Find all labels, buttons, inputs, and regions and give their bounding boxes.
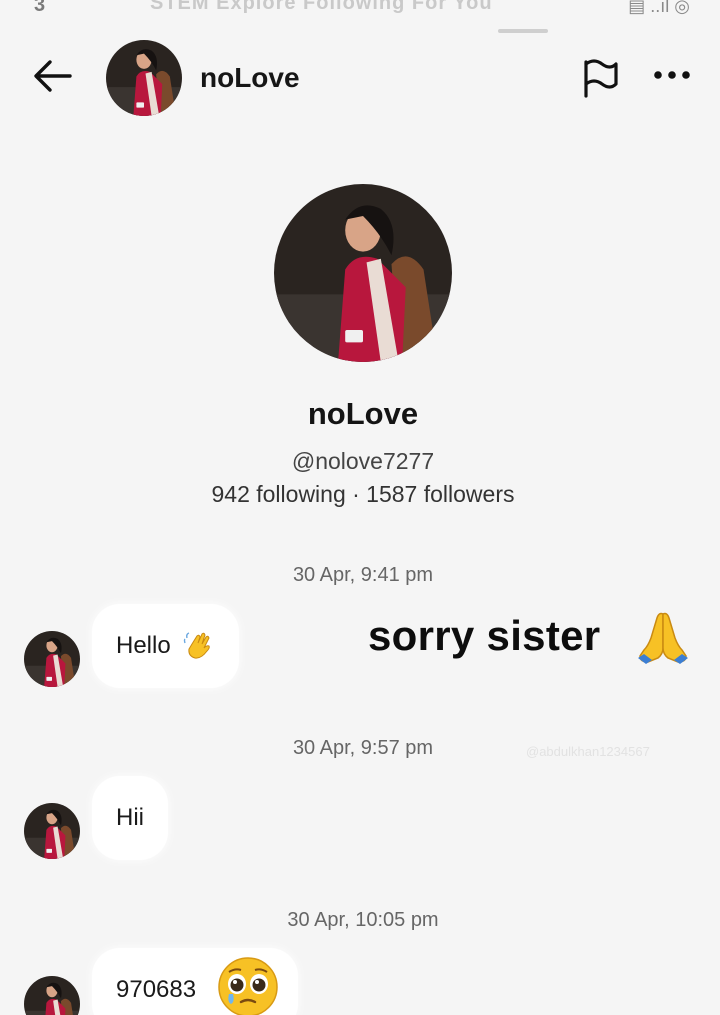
message-bubble[interactable]: Hello (92, 604, 239, 688)
profile-name: noLove (307, 396, 419, 431)
overlay-caption: sorry sister (368, 612, 601, 659)
feed-tabs-ghost: STEM Explore Following For You (150, 0, 493, 14)
message-text: 970683 (116, 976, 197, 1003)
status-bar: 3 STEM Explore Following For You ▤ ..ıl … (0, 0, 720, 22)
message-timestamp: 30 Apr, 9:41 pm (292, 564, 434, 586)
report-button[interactable] (578, 56, 622, 100)
message-timestamp: 30 Apr, 10:05 pm (287, 909, 439, 931)
message-text: Hello (116, 632, 171, 659)
system-status-icons: ▤ ..ıl ◎ (628, 0, 690, 16)
watermark: @abdulkhan1234567 (526, 744, 650, 759)
header-username[interactable]: noLove (200, 62, 300, 94)
more-button[interactable] (652, 60, 692, 90)
top-indicator (498, 29, 548, 33)
pleading-face-icon (218, 957, 278, 1015)
header-avatar[interactable] (106, 40, 182, 116)
message-bubble[interactable]: Hii (92, 776, 168, 860)
message-text: Hii (116, 804, 144, 831)
message-avatar[interactable] (24, 803, 80, 859)
profile-avatar[interactable] (274, 184, 452, 362)
waving-hand-icon (183, 632, 210, 659)
message-avatar[interactable] (24, 631, 80, 687)
folded-hands-icon (638, 612, 688, 664)
status-time: 3 (34, 0, 46, 16)
profile-handle: @nolove7277 (291, 448, 435, 474)
chat-header: noLove (0, 36, 720, 118)
message-avatar[interactable] (24, 976, 80, 1015)
back-button[interactable] (30, 56, 76, 96)
flag-icon (584, 59, 618, 98)
arrow-left-icon (34, 60, 72, 92)
more-horizontal-icon (654, 71, 690, 79)
profile-stats: 942 following · 1587 followers (211, 481, 515, 507)
